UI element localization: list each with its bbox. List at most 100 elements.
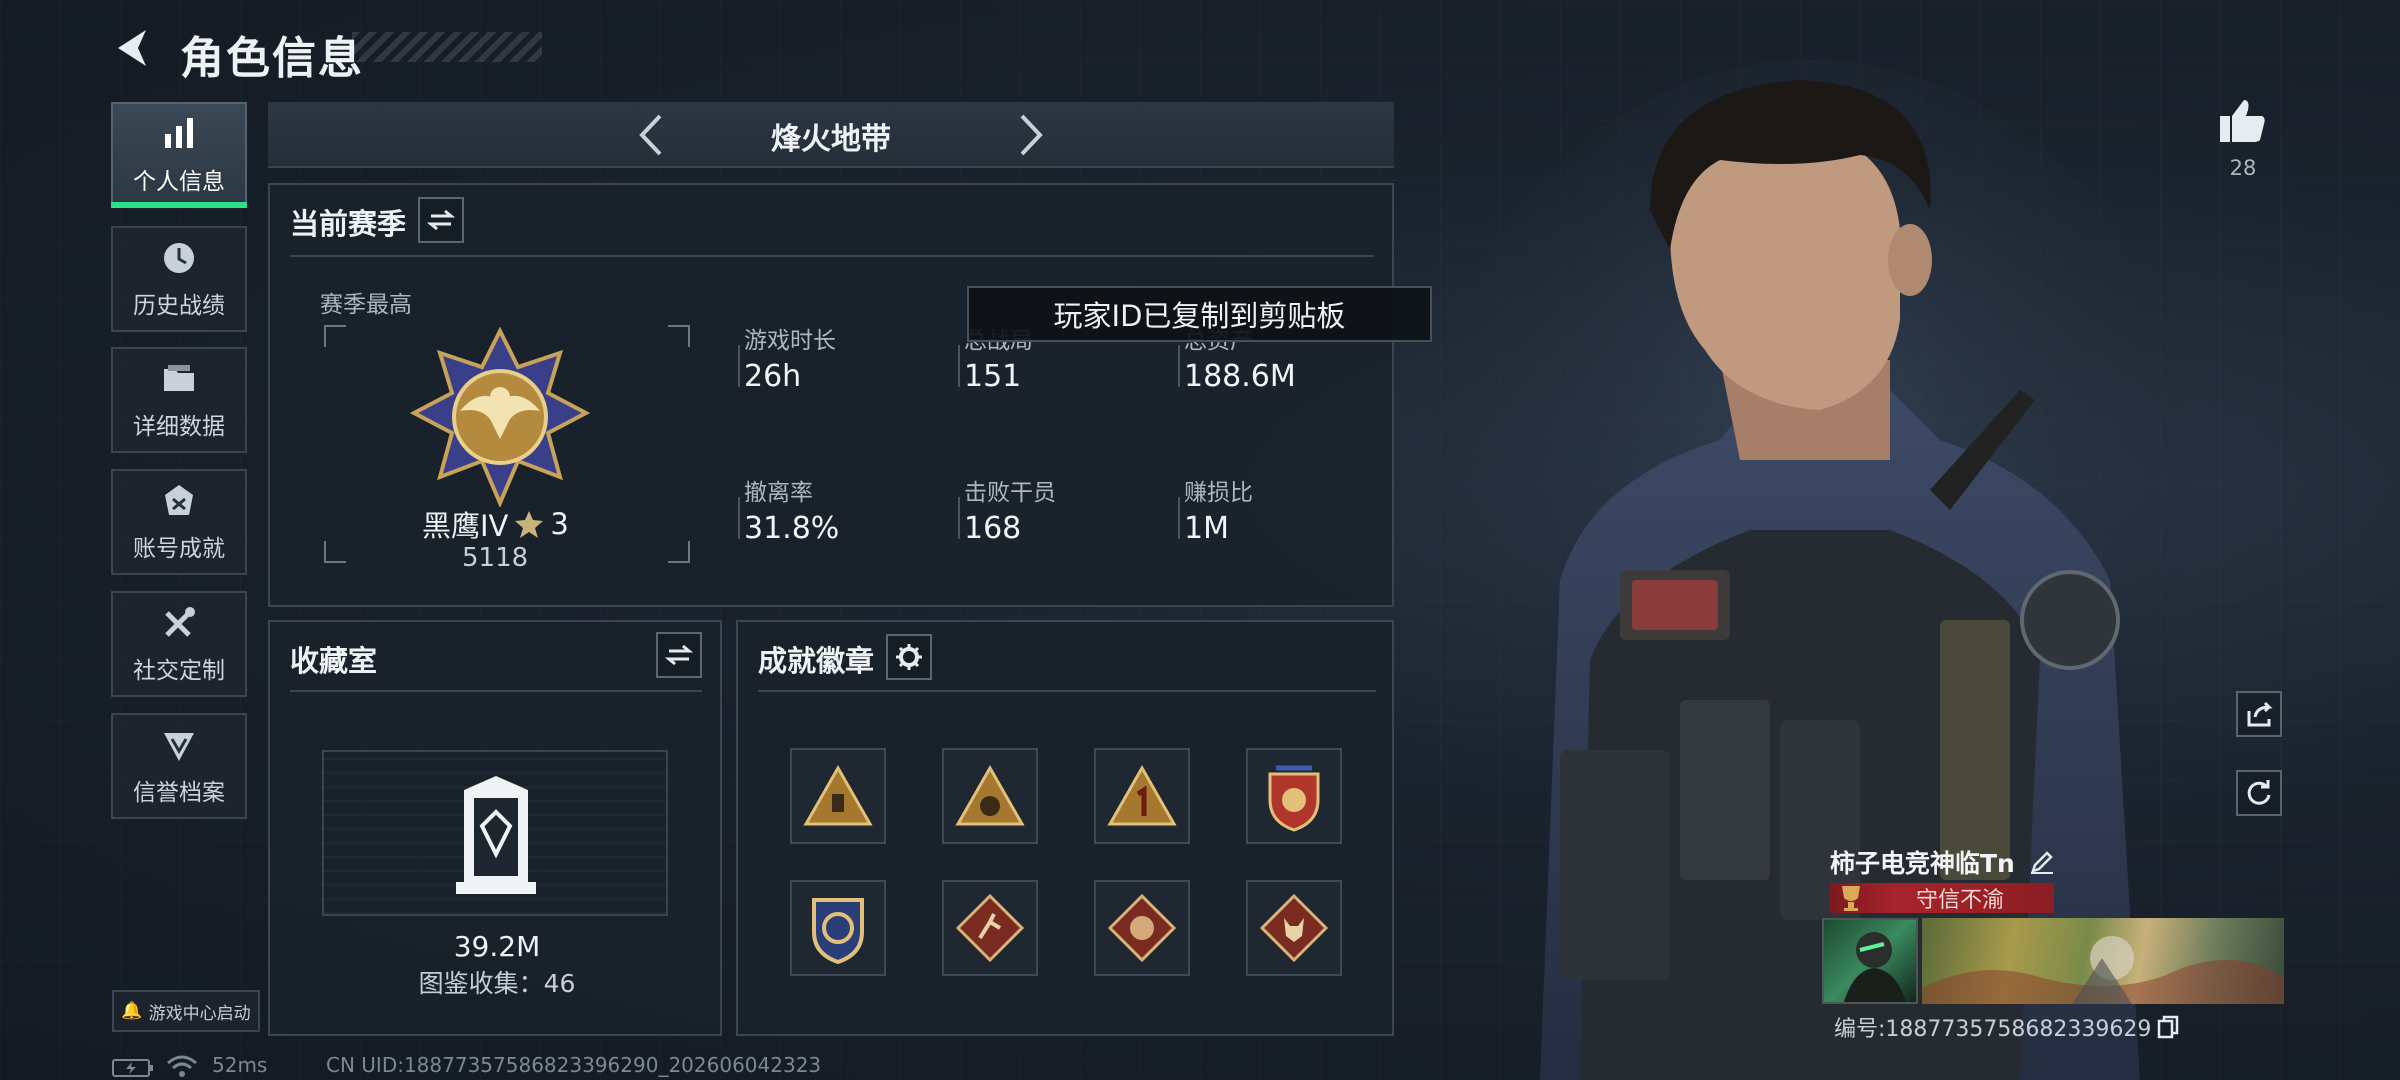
trophy-icon — [1842, 886, 1860, 911]
thumbs-up-icon[interactable] — [2218, 96, 2268, 144]
frame-corner — [324, 325, 346, 347]
sidebar-item-label: 社交定制 — [133, 658, 225, 684]
mode-switcher: 烽火地带 — [268, 102, 1394, 168]
stat-value: 151 — [964, 359, 1022, 394]
likes-count: 28 — [2229, 156, 2257, 180]
sidebar-item-label: 历史战绩 — [133, 293, 225, 319]
stat-value: 1M — [1184, 511, 1229, 546]
wolf-diamond-icon — [1259, 893, 1329, 963]
collection-display[interactable] — [322, 750, 668, 916]
sidebar-item-reputation[interactable]: 信誉档案 — [111, 713, 247, 819]
stat-divider — [958, 497, 960, 539]
sidebar-item-label: 详细数据 — [133, 414, 225, 440]
achievement-badge[interactable] — [1094, 880, 1190, 976]
swap-icon — [665, 644, 693, 666]
refresh-button[interactable] — [2236, 770, 2282, 816]
stat-value: 168 — [964, 511, 1022, 546]
stat-divider — [958, 345, 960, 387]
season-swap-button[interactable] — [418, 197, 464, 243]
player-id-row: 编号:1887735758682339629 — [1834, 1011, 2179, 1043]
title-tag-text: 守信不渝 — [1915, 888, 2004, 913]
season-title: 当前赛季 — [290, 207, 407, 241]
sidebar-item-history[interactable]: 历史战绩 — [111, 226, 247, 332]
achievements-panel: 成就徽章 — [736, 620, 1394, 1036]
mode-name: 烽火地带 — [771, 122, 891, 157]
player-name-row: 柿子电竞神临Tn — [1830, 844, 2055, 880]
achievement-badge[interactable] — [942, 748, 1038, 844]
stat-value: 26h — [744, 359, 802, 394]
stat-label: 撤离率 — [744, 480, 813, 506]
collection-swap-button[interactable] — [656, 632, 702, 678]
title-divider — [758, 690, 1376, 692]
achievement-badge[interactable] — [790, 748, 886, 844]
rank-emblem-icon — [410, 327, 590, 507]
banner-art — [1922, 936, 2284, 1004]
achievements-settings-button[interactable] — [886, 634, 932, 680]
title-tag: 守信不渝 — [1830, 883, 2054, 913]
refresh-icon — [2247, 780, 2271, 805]
next-mode-arrow-icon[interactable] — [1004, 110, 1054, 160]
achievement-badge[interactable] — [790, 880, 886, 976]
bell-icon: 🔔 — [121, 1001, 143, 1021]
stat-label: 游戏时长 — [744, 328, 836, 354]
copy-icon[interactable] — [2157, 1015, 2179, 1039]
shield-medal-icon — [1268, 765, 1320, 832]
achievement-badge[interactable] — [1094, 748, 1190, 844]
player-avatar[interactable] — [1822, 918, 1918, 1004]
dragon-diamond-icon — [1107, 893, 1177, 963]
collection-panel: 收藏室 39.2M 图鉴收集：46 — [268, 620, 722, 1036]
rank-score: 5118 — [462, 543, 529, 573]
achievement-badge[interactable] — [1246, 748, 1342, 844]
star-icon — [515, 511, 544, 538]
sidebar-item-detailed-data[interactable]: 详细数据 — [111, 347, 247, 453]
achievement-badge[interactable] — [942, 880, 1038, 976]
frame-corner — [668, 541, 690, 563]
title-divider — [290, 690, 702, 692]
wifi-icon — [167, 1055, 197, 1077]
stat-divider — [738, 345, 740, 387]
sidebar-item-label: 个人信息 — [133, 169, 225, 195]
stat-divider — [1178, 497, 1180, 539]
history-clock-icon — [164, 243, 194, 273]
swap-icon — [427, 209, 455, 231]
achievement-badge[interactable] — [1246, 880, 1342, 976]
stat-value: 31.8% — [744, 511, 840, 546]
number-one-medal-icon — [1107, 764, 1177, 826]
battery-icon — [112, 1059, 153, 1077]
sidebar-item-label: 信誉档案 — [133, 780, 225, 806]
rank-stars: 3 — [550, 507, 569, 541]
rank-line: 黑鹰IV 3 — [422, 503, 569, 545]
stat-divider — [738, 497, 740, 539]
share-icon — [2247, 701, 2273, 727]
sidebar-item-personal-info[interactable]: 个人信息 — [111, 102, 247, 208]
stat-divider — [1178, 345, 1180, 387]
blue-shield-medal-icon — [812, 898, 864, 964]
stat-label: 赚损比 — [1184, 480, 1253, 506]
ping-text: 52ms — [212, 1053, 268, 1077]
runner-diamond-icon — [955, 893, 1025, 963]
back-arrow-icon[interactable] — [112, 26, 156, 70]
bar-chart-icon — [165, 118, 193, 148]
sidebar-item-achievements[interactable]: 账号成就 — [111, 469, 247, 575]
uid-text: CN UID:18877357586823396290_202606042323 — [326, 1053, 822, 1077]
achievements-title: 成就徽章 — [758, 644, 875, 678]
reputation-icon — [164, 733, 194, 761]
catalog-count: 图鉴收集：46 — [418, 969, 576, 998]
season-best-label: 赛季最高 — [320, 292, 412, 318]
game-center-launch-button[interactable]: 🔔 游戏中心启动 — [112, 990, 260, 1032]
folder-icon — [164, 365, 194, 391]
edit-pencil-icon[interactable] — [2029, 849, 2055, 875]
player-banner[interactable] — [1922, 918, 2284, 1004]
rank-name: 黑鹰IV — [422, 509, 509, 543]
launch-label: 游戏中心启动 — [148, 1003, 251, 1024]
money-bag-medal-icon — [955, 764, 1025, 826]
page-title: 角色信息 — [180, 33, 364, 84]
triangle-medal-icon — [803, 764, 873, 826]
frame-corner — [668, 325, 690, 347]
share-button[interactable] — [2236, 691, 2282, 737]
frame-corner — [324, 541, 346, 563]
display-case-icon — [456, 776, 536, 894]
sidebar-item-social[interactable]: 社交定制 — [111, 591, 247, 697]
collection-value: 39.2M — [453, 930, 541, 963]
stat-value: 188.6M — [1184, 359, 1296, 394]
